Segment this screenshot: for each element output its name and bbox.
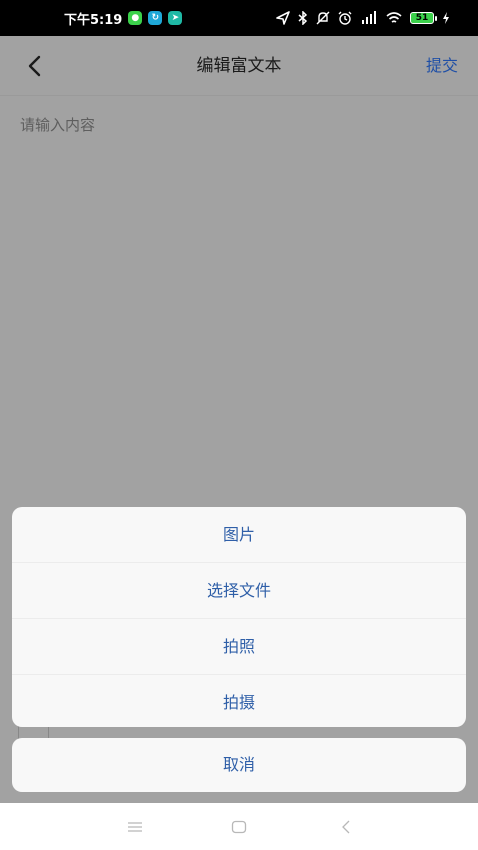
navigation-bar [0,803,478,850]
action-image[interactable]: 图片 [12,507,466,563]
home-button[interactable] [227,815,251,839]
menu-icon [128,822,142,832]
battery-icon: 51 [410,12,437,24]
action-choose-file[interactable]: 选择文件 [12,563,466,619]
status-right: 51 [276,0,450,36]
back-icon [342,820,350,834]
battery-level: 51 [415,13,429,23]
menu-button[interactable] [123,815,147,839]
sync-icon: ↻ [148,11,163,25]
action-take-photo[interactable]: 拍照 [12,619,466,675]
wifi-icon [386,12,402,23]
status-time: 下午5:19 [64,12,123,28]
send-icon: ➤ [168,11,183,25]
signal-icon [362,11,376,24]
cancel-button[interactable]: 取消 [12,738,466,792]
bluetooth-icon [298,11,308,25]
wechat-icon: ● [128,11,143,25]
status-bar: 下午5:19 ● ↻ ➤ 51 [0,0,478,36]
page-title: 编辑富文本 [196,56,282,76]
editor-placeholder: 请输入内容 [20,116,96,134]
status-left: 下午5:19 ● ↻ ➤ [64,0,183,36]
action-record-video[interactable]: 拍摄 [12,675,466,727]
mute-icon [316,11,330,25]
nav-back-button[interactable] [334,815,358,839]
submit-button[interactable]: 提交 [426,36,458,96]
charging-icon [443,12,449,24]
alarm-icon [338,11,352,25]
header: 编辑富文本 提交 [0,36,478,96]
location-icon [276,11,290,25]
screen: 下午5:19 ● ↻ ➤ 51 编辑富文本 提交 请输入内容 图片 选择文件 拍… [0,0,478,850]
action-sheet: 图片 选择文件 拍照 拍摄 [12,507,466,727]
home-icon [231,820,247,834]
